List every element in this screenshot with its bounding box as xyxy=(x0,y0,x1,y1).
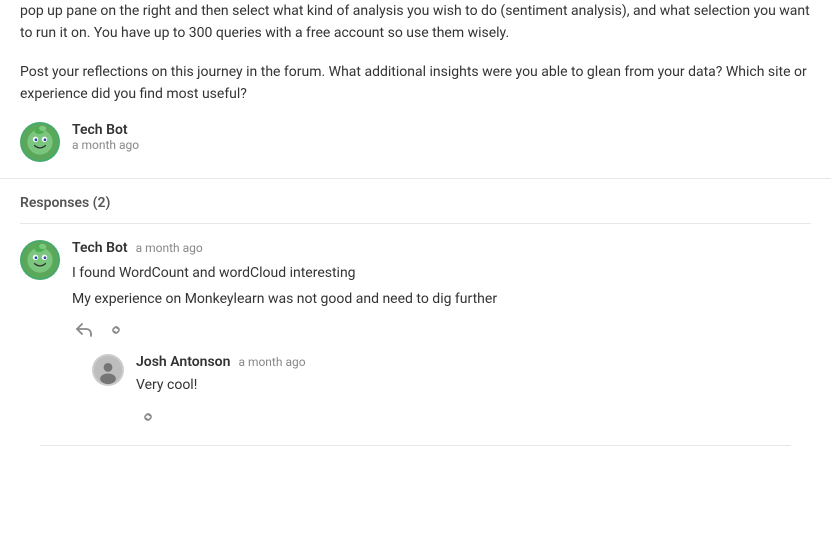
post-author-name: Tech Bot xyxy=(72,122,139,138)
responses-header: Responses (2) xyxy=(20,195,811,224)
response-body: Tech Bot a month ago I found WordCount a… xyxy=(72,240,811,429)
reply-button[interactable] xyxy=(72,318,96,342)
nested-reply-text: Very cool! xyxy=(136,374,811,396)
techbot-avatar-icon xyxy=(22,124,58,160)
nested-meta: Josh Antonson a month ago xyxy=(136,354,811,370)
response-author-time: a month ago xyxy=(136,241,203,255)
nested-reply: Josh Antonson a month ago Very cool! xyxy=(92,354,811,428)
response-actions xyxy=(72,318,811,342)
response-item: Tech Bot a month ago I found WordCount a… xyxy=(20,240,811,429)
nested-content: Josh Antonson a month ago Very cool! xyxy=(136,354,811,428)
techbot-response-avatar-icon xyxy=(22,242,58,278)
link-icon xyxy=(108,322,124,338)
nested-link-button[interactable] xyxy=(136,405,160,429)
nested-actions xyxy=(136,405,811,429)
response-line-2: My experience on Monkeylearn was not goo… xyxy=(72,288,811,310)
nested-link-icon xyxy=(140,409,156,425)
responses-section: Responses (2) Tech Bot a month ago I fou… xyxy=(0,179,831,446)
post-author-info: Tech Bot a month ago xyxy=(72,122,139,152)
response-author-name: Tech Bot xyxy=(72,240,128,256)
nested-avatar xyxy=(92,354,124,386)
paragraph-2: Post your reflections on this journey in… xyxy=(20,61,811,106)
nested-author-time: a month ago xyxy=(238,355,305,369)
response-line-1: I found WordCount and wordCloud interest… xyxy=(72,262,811,284)
post-author-block: Tech Bot a month ago xyxy=(20,122,811,162)
josh-avatar-icon xyxy=(94,356,122,384)
paragraph-1: pop up pane on the right and then select… xyxy=(20,0,811,45)
link-button[interactable] xyxy=(104,318,128,342)
response-avatar xyxy=(20,240,60,280)
response-meta: Tech Bot a month ago xyxy=(72,240,811,256)
avatar xyxy=(20,122,60,162)
bottom-divider xyxy=(40,445,791,446)
top-section: pop up pane on the right and then select… xyxy=(0,0,831,179)
post-author-time: a month ago xyxy=(72,138,139,152)
nested-author-name: Josh Antonson xyxy=(136,354,230,370)
reply-icon xyxy=(75,323,93,337)
